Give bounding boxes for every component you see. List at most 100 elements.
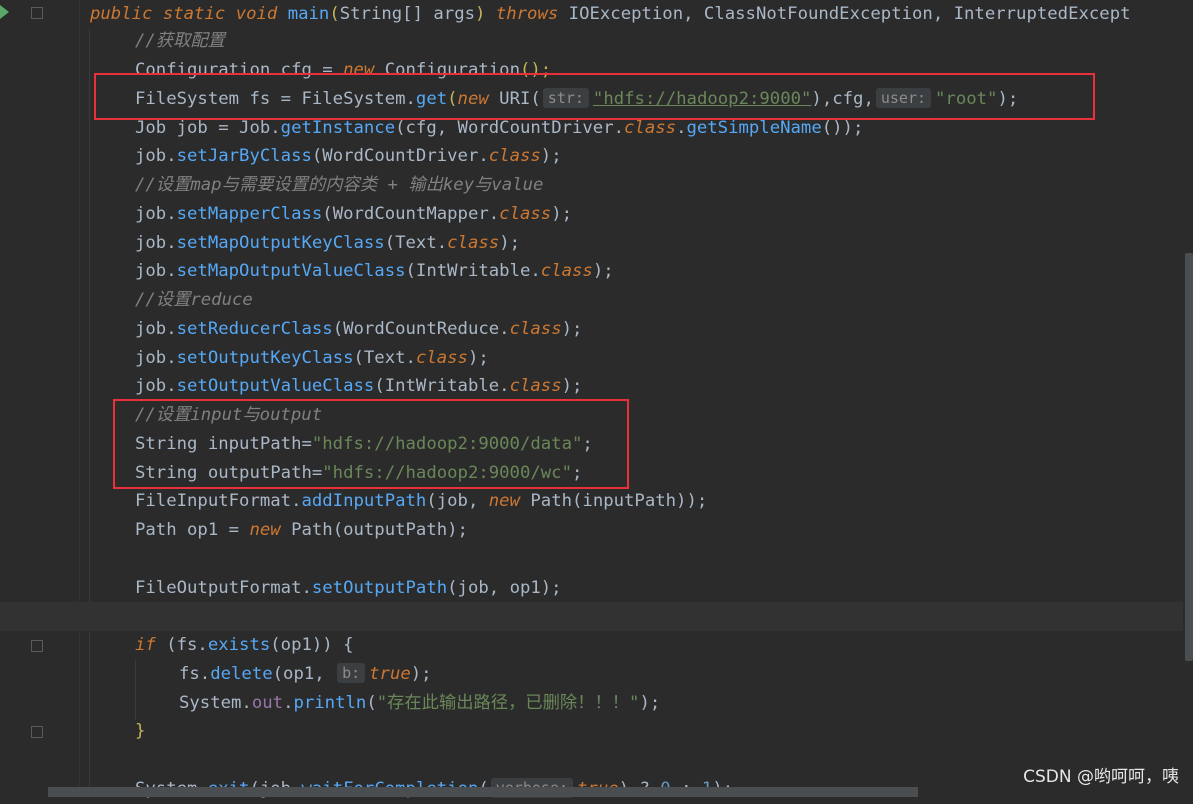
keyword: public — [90, 4, 153, 24]
paren: ) — [475, 4, 486, 24]
play-triangle-icon[interactable] — [0, 5, 9, 19]
code-text: job. — [135, 204, 177, 224]
code-text: job. — [135, 233, 177, 253]
method-name: getInstance — [280, 118, 396, 138]
code-text: job. — [135, 348, 177, 368]
code-text: . — [283, 693, 294, 713]
code-line[interactable]: //设置reduce — [80, 286, 1193, 315]
paren: ( — [329, 4, 340, 24]
code-text: System. — [179, 693, 252, 713]
code-text: Path(outputPath); — [280, 520, 468, 540]
code-line[interactable]: public static void main(String[] args) t… — [80, 0, 1193, 29]
code-line[interactable]: job.setMapOutputKeyClass(Text.class); — [80, 229, 1193, 258]
method-name: println — [293, 693, 367, 713]
code-line[interactable]: } — [80, 717, 1193, 746]
code-text: ); — [592, 261, 614, 281]
keyword: new — [249, 520, 281, 540]
keyword: new — [488, 491, 520, 511]
editor-gutter[interactable] — [0, 0, 80, 797]
code-text: (cfg, WordCountDriver. — [395, 118, 625, 138]
code-text: ); — [467, 348, 489, 368]
comment: //获取配置 — [135, 31, 225, 51]
params: String[] args — [339, 4, 476, 24]
comment: //设置reduce — [135, 290, 253, 310]
comment: //设置map与需要设置的内容类 + 输出key与value — [135, 175, 544, 195]
code-text: ); — [540, 146, 562, 166]
watermark: CSDN @哟呵呵，咦 — [1023, 767, 1179, 787]
keyword: true — [369, 664, 411, 684]
code-line[interactable]: if (fs.exists(op1)) { — [80, 631, 1193, 660]
code-text: ); — [561, 376, 583, 396]
code-line[interactable]: job.setReducerClass(WordCountReduce.clas… — [80, 315, 1193, 344]
code-text: (op1, — [272, 664, 336, 684]
string-literal: "存在此输出路径，已删除！！！" — [376, 693, 640, 713]
code-line[interactable]: job.setOutputValueClass(IntWritable.clas… — [80, 372, 1193, 401]
code-line[interactable]: job.setMapOutputValueClass(IntWritable.c… — [80, 257, 1193, 286]
fold-marker-icon[interactable] — [31, 7, 43, 19]
method-name: setMapperClass — [176, 204, 323, 224]
code-editor[interactable]: public static void main(String[] args) t… — [0, 0, 1193, 799]
method-name: delete — [210, 664, 273, 684]
code-line[interactable]: job.setMapperClass(WordCountMapper.class… — [80, 200, 1193, 229]
code-text: ( — [366, 693, 377, 713]
code-text: ); — [639, 693, 661, 713]
method-name: setOutputKeyClass — [176, 348, 354, 368]
keyword: throws — [495, 4, 559, 24]
field-name: out — [251, 693, 284, 713]
class-keyword: class — [447, 233, 500, 253]
brace: } — [135, 721, 146, 741]
code-text: (IntWritable. — [405, 261, 541, 281]
class-keyword: class — [499, 204, 552, 224]
method-name: setReducerClass — [176, 319, 333, 339]
code-text: job. — [135, 319, 177, 339]
code-text: (IntWritable. — [374, 376, 510, 396]
keyword: static — [162, 4, 226, 24]
method-name: setJarByClass — [176, 146, 312, 166]
code-text: (WordCountReduce. — [332, 319, 510, 339]
class-keyword: class — [509, 376, 562, 396]
class-keyword: class — [624, 118, 677, 138]
code-line[interactable]: System.out.println("存在此输出路径，已删除！！！"); — [80, 689, 1193, 718]
code-text: . — [676, 118, 687, 138]
method-name: exists — [207, 635, 271, 655]
current-line-highlight — [0, 602, 1193, 631]
fold-marker-icon[interactable] — [31, 726, 43, 738]
code-text: (WordCountDriver. — [311, 146, 489, 166]
method-name: addInputPath — [301, 491, 427, 511]
fold-marker-icon[interactable] — [31, 640, 43, 652]
code-line[interactable]: FileInputFormat.addInputPath(job, new Pa… — [80, 487, 1193, 516]
code-text: (fs. — [155, 635, 208, 655]
code-text: (Text. — [384, 233, 448, 253]
parameter-hint: b: — [337, 663, 366, 683]
code-text: Path(inputPath)); — [519, 491, 708, 511]
code-text: FileOutputFormat. — [135, 578, 312, 598]
code-text: (job, op1); — [447, 578, 562, 598]
method-name: setMapOutputValueClass — [176, 261, 406, 281]
code-line[interactable]: job.setOutputKeyClass(Text.class); — [80, 344, 1193, 373]
keyword: void — [235, 4, 278, 24]
code-text: ); — [551, 204, 573, 224]
vertical-scrollbar-thumb[interactable] — [1185, 253, 1193, 661]
code-text: job. — [135, 146, 177, 166]
code-text: (job, — [426, 491, 489, 511]
class-keyword: class — [509, 319, 562, 339]
code-line[interactable]: job.setJarByClass(WordCountDriver.class)… — [80, 142, 1193, 171]
annotation-highlight-box — [113, 399, 629, 489]
code-line[interactable]: Path op1 = new Path(outputPath); — [80, 516, 1193, 545]
code-line[interactable]: fs.delete(op1, b: true); — [80, 660, 1193, 689]
method-name: setOutputPath — [311, 578, 448, 598]
code-text: ); — [561, 319, 583, 339]
code-text: (op1)) { — [270, 635, 354, 655]
code-line[interactable]: //设置map与需要设置的内容类 + 输出key与value — [80, 171, 1193, 200]
code-line[interactable]: //获取配置 — [80, 27, 1193, 56]
code-text: Path op1 = — [135, 520, 250, 540]
code-text: (Text. — [353, 348, 416, 368]
code-text: ); — [499, 233, 520, 253]
annotation-highlight-box — [94, 73, 1095, 120]
horizontal-scrollbar-thumb[interactable] — [48, 787, 918, 797]
code-line[interactable]: FileOutputFormat.setOutputPath(job, op1)… — [80, 574, 1193, 603]
class-keyword: class — [540, 261, 593, 281]
code-text: job. — [135, 376, 177, 396]
code-text: fs. — [179, 664, 211, 684]
code-text: (WordCountMapper. — [322, 204, 500, 224]
